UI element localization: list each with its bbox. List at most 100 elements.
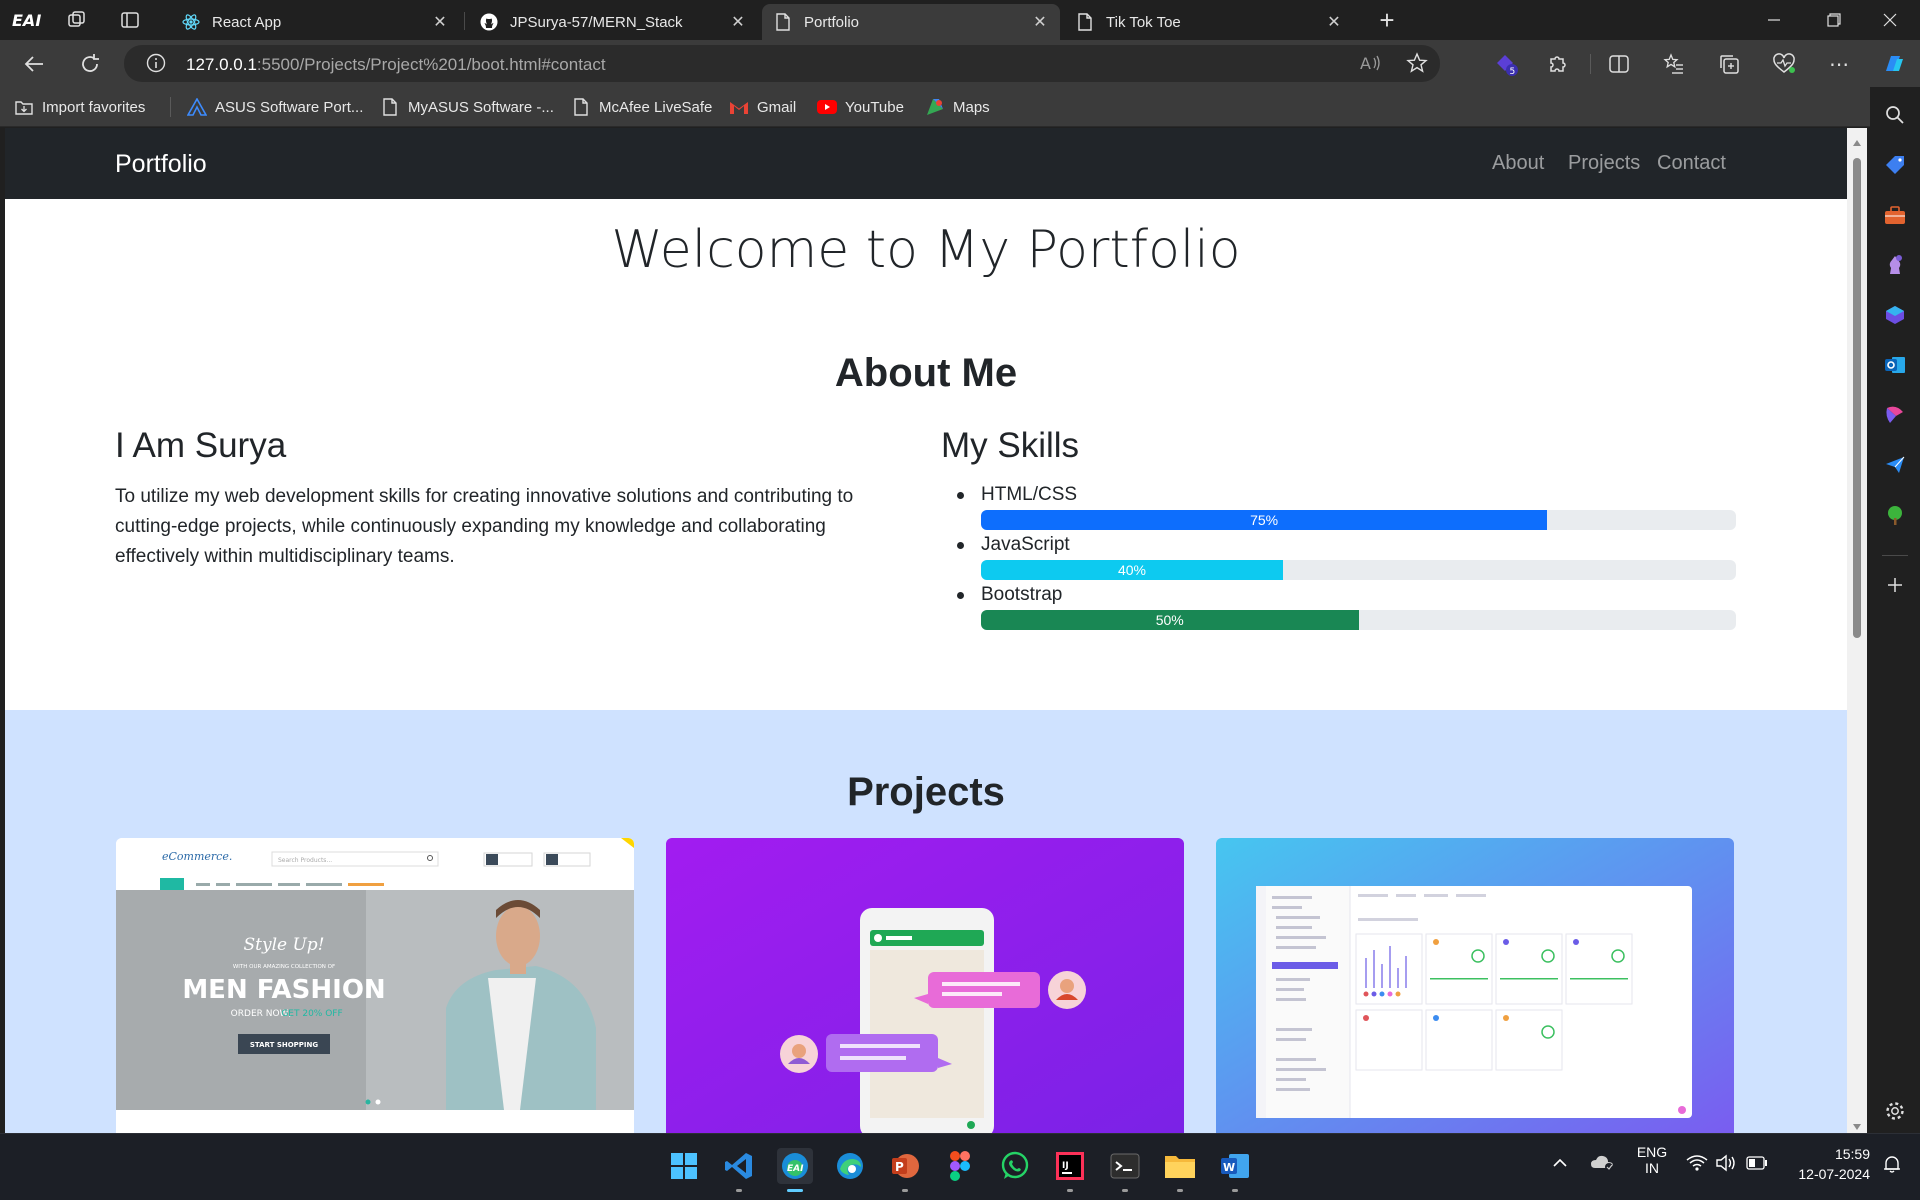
favorite-myasus[interactable]: MyASUS Software -... xyxy=(380,95,554,119)
favorite-label: YouTube xyxy=(845,98,904,116)
navbar-brand[interactable]: Portfolio xyxy=(115,150,207,179)
project-card-ecommerce[interactable]: eCommerce. Search Products... Style Up! … xyxy=(116,838,634,1134)
tree-icon[interactable] xyxy=(1883,503,1907,527)
favorites-icon[interactable] xyxy=(1656,46,1692,82)
close-window-icon[interactable] xyxy=(1860,0,1920,40)
scrollbar-thumb[interactable] xyxy=(1853,158,1861,638)
games-icon[interactable] xyxy=(1883,253,1907,277)
file-explorer-icon[interactable] xyxy=(1162,1148,1198,1192)
favorite-star-icon[interactable] xyxy=(1406,52,1428,79)
nav-link-contact[interactable]: Contact xyxy=(1657,152,1726,175)
clock[interactable]: 15:59 12-07-2024 xyxy=(1778,1146,1870,1182)
tab-github[interactable]: JPSurya-57/MERN_Stack ✕ xyxy=(468,4,758,40)
nav-link-about[interactable]: About xyxy=(1492,152,1544,175)
edge-eai-icon[interactable]: EAI xyxy=(777,1148,813,1192)
search-icon[interactable] xyxy=(1883,103,1907,127)
favorite-youtube[interactable]: YouTube xyxy=(817,95,904,119)
vscode-icon[interactable] xyxy=(721,1148,757,1192)
windows-start-icon[interactable] xyxy=(666,1148,702,1184)
refresh-icon[interactable] xyxy=(72,46,108,82)
new-tab-button[interactable]: + xyxy=(1370,5,1404,35)
figma-icon[interactable] xyxy=(942,1148,978,1184)
tab-react-app[interactable]: React App ✕ xyxy=(170,4,460,40)
profile-icon[interactable]: EAI xyxy=(10,6,44,34)
intellij-icon[interactable]: IJ xyxy=(1052,1148,1088,1192)
maps-icon xyxy=(925,97,945,117)
minimize-icon[interactable] xyxy=(1744,0,1804,40)
app-running-indicator xyxy=(1067,1189,1073,1192)
projects-section: Projects eCommerce. Search Products... S… xyxy=(5,710,1847,1134)
powerpoint-icon[interactable]: P xyxy=(887,1148,923,1192)
site-info-icon[interactable] xyxy=(146,53,166,78)
chevron-up-icon[interactable] xyxy=(1552,1156,1568,1174)
word-icon[interactable]: W xyxy=(1217,1148,1253,1192)
restore-icon[interactable] xyxy=(1804,0,1864,40)
browser-essentials-icon[interactable] xyxy=(1766,46,1802,82)
extension-badge-count: 5 xyxy=(1510,67,1516,77)
svg-text:IJ: IJ xyxy=(1062,1161,1069,1171)
terminal-icon[interactable] xyxy=(1107,1148,1143,1192)
tab-actions-icon[interactable] xyxy=(113,6,147,34)
read-aloud-icon[interactable]: A xyxy=(1360,53,1382,78)
workspaces-icon[interactable] xyxy=(60,6,94,34)
tab-title: Tik Tok Toe xyxy=(1106,13,1181,31)
about-heading: About Me xyxy=(834,351,1018,395)
ecommerce-headline: MEN FASHION xyxy=(182,975,385,1005)
close-icon[interactable]: ✕ xyxy=(730,14,746,31)
ecommerce-logo: eCommerce. xyxy=(162,850,232,863)
address-bar[interactable]: 127.0.0.1:5500/Projects/Project%201/boot… xyxy=(124,45,1440,82)
tools-icon[interactable] xyxy=(1883,203,1907,227)
windows-taskbar: EAI P IJ W ENG IN 15:59 12-07-2024 xyxy=(0,1133,1920,1200)
copilot-icon[interactable] xyxy=(1876,46,1912,82)
favorites-divider xyxy=(170,97,171,117)
tab-tik-tok-toe[interactable]: Tik Tok Toe ✕ xyxy=(1064,4,1354,40)
ecommerce-preview-image: eCommerce. Search Products... Style Up! … xyxy=(116,838,634,1134)
favorite-mcafee[interactable]: McAfee LiveSafe xyxy=(571,95,712,119)
extension-badge-icon[interactable]: 5 xyxy=(1488,46,1524,82)
favorite-gmail[interactable]: Gmail xyxy=(729,95,796,119)
onedrive-cloud-icon[interactable] xyxy=(1590,1152,1614,1177)
back-arrow-icon[interactable] xyxy=(16,46,52,82)
volume-icon[interactable] xyxy=(1716,1154,1738,1177)
language-indicator[interactable]: ENG IN xyxy=(1632,1144,1672,1176)
outlook-icon[interactable] xyxy=(1883,353,1907,377)
extensions-icon[interactable] xyxy=(1540,46,1576,82)
more-options-icon[interactable]: ⋯ xyxy=(1821,46,1857,82)
add-icon[interactable] xyxy=(1883,573,1907,597)
clock-date: 12-07-2024 xyxy=(1798,1166,1870,1182)
favorite-asus[interactable]: ASUS Software Port... xyxy=(187,95,363,119)
github-icon xyxy=(480,13,498,31)
close-icon[interactable]: ✕ xyxy=(432,14,448,31)
shopping-tag-icon[interactable] xyxy=(1883,153,1907,177)
close-icon[interactable]: ✕ xyxy=(1032,14,1048,31)
close-icon[interactable]: ✕ xyxy=(1326,14,1342,31)
project-card-chat-app[interactable] xyxy=(666,838,1184,1134)
wifi-icon[interactable] xyxy=(1686,1154,1708,1177)
send-icon[interactable] xyxy=(1883,453,1907,477)
skill-progress-track: 75% xyxy=(981,510,1736,530)
favorite-import[interactable]: Import favorites xyxy=(14,95,145,119)
project-card-dashboard[interactable] xyxy=(1216,838,1734,1134)
settings-gear-icon[interactable] xyxy=(1883,1099,1907,1123)
designer-icon[interactable] xyxy=(1883,403,1907,427)
hero-title: Welcome to My Portfolio xyxy=(611,220,1241,280)
favorite-label: Maps xyxy=(953,98,990,116)
tab-portfolio[interactable]: Portfolio ✕ xyxy=(762,4,1060,40)
youtube-icon xyxy=(817,97,837,117)
collections-icon[interactable] xyxy=(1711,46,1747,82)
whatsapp-icon[interactable] xyxy=(997,1148,1033,1184)
nav-link-projects[interactable]: Projects xyxy=(1568,152,1640,175)
notification-bell-icon[interactable] xyxy=(1882,1154,1902,1179)
language-label: ENG xyxy=(1636,1144,1668,1160)
favorite-label: Gmail xyxy=(757,98,797,116)
page-scrollbar[interactable] xyxy=(1847,128,1867,1134)
app-running-indicator xyxy=(736,1189,742,1192)
edge-icon[interactable] xyxy=(832,1148,868,1184)
battery-icon[interactable] xyxy=(1746,1156,1768,1175)
favorite-maps[interactable]: Maps xyxy=(925,95,990,119)
edge-sidebar xyxy=(1870,87,1920,1133)
scroll-up-arrow-icon[interactable] xyxy=(1852,134,1862,152)
split-screen-icon[interactable] xyxy=(1601,46,1637,82)
ecommerce-subline: WITH OUR AMAZING COLLECTION OF xyxy=(233,964,335,970)
microsoft-365-icon[interactable] xyxy=(1883,303,1907,327)
